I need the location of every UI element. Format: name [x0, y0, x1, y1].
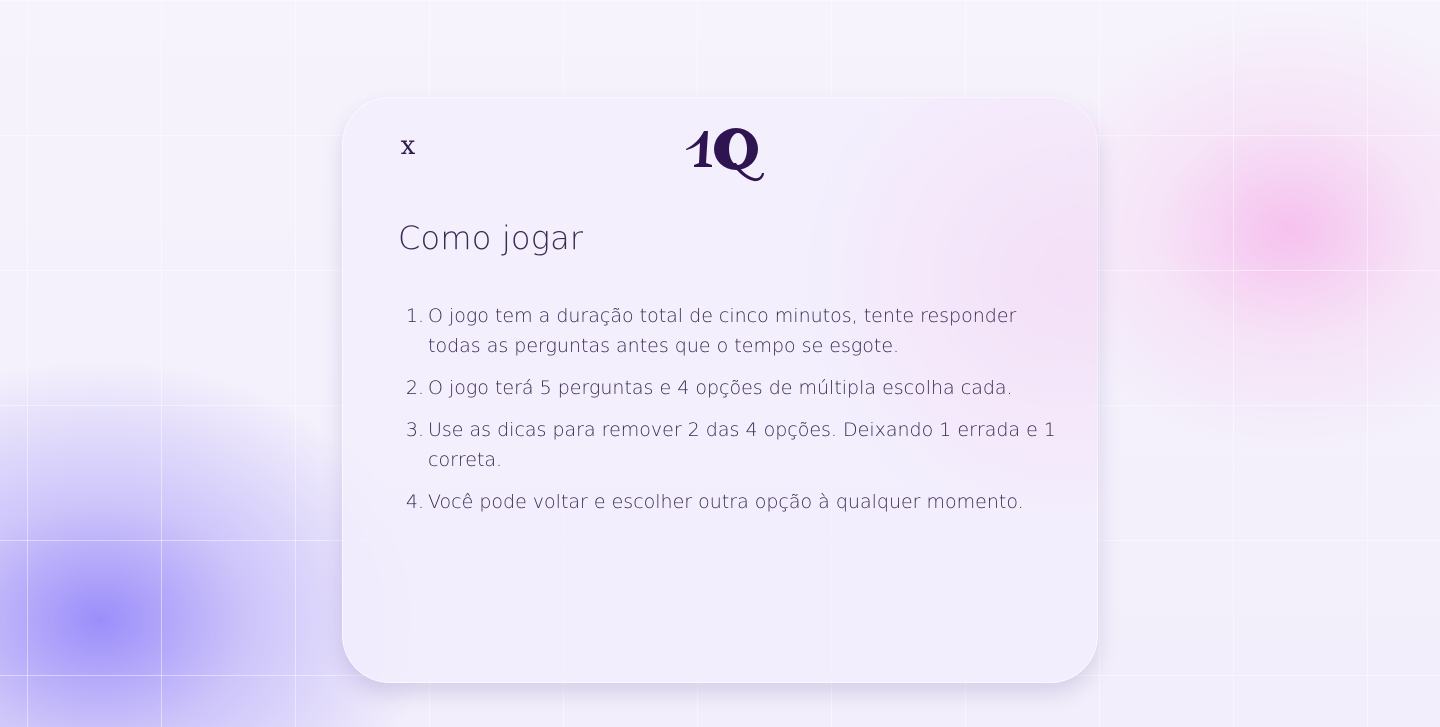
close-button[interactable]: x — [396, 131, 420, 161]
1q-logo-icon — [686, 128, 764, 182]
rule-number: 2. — [405, 377, 424, 399]
rule-text: Use as dicas para remover 2 das 4 opções… — [428, 419, 1056, 471]
dialog-title: Como jogar — [398, 219, 584, 257]
rule-number: 1. — [405, 305, 424, 327]
rule-item: 3. Use as dicas para remover 2 das 4 opç… — [398, 415, 1058, 475]
rules-list: 1. O jogo tem a duração total de cinco m… — [398, 301, 1058, 529]
rule-item: 2. O jogo terá 5 perguntas e 4 opções de… — [398, 373, 1058, 403]
rule-number: 3. — [405, 419, 424, 441]
how-to-play-dialog: x Como jogar 1. O jogo tem a duração tot… — [342, 97, 1098, 683]
rule-item: 1. O jogo tem a duração total de cinco m… — [398, 301, 1058, 361]
rule-text: O jogo terá 5 perguntas e 4 opções de mú… — [428, 377, 1013, 399]
rule-text: Você pode voltar e escolher outra opção … — [428, 491, 1024, 513]
rule-item: 4. Você pode voltar e escolher outra opç… — [398, 487, 1058, 517]
rule-text: O jogo tem a duração total de cinco minu… — [428, 305, 1017, 357]
rule-number: 4. — [405, 491, 424, 513]
